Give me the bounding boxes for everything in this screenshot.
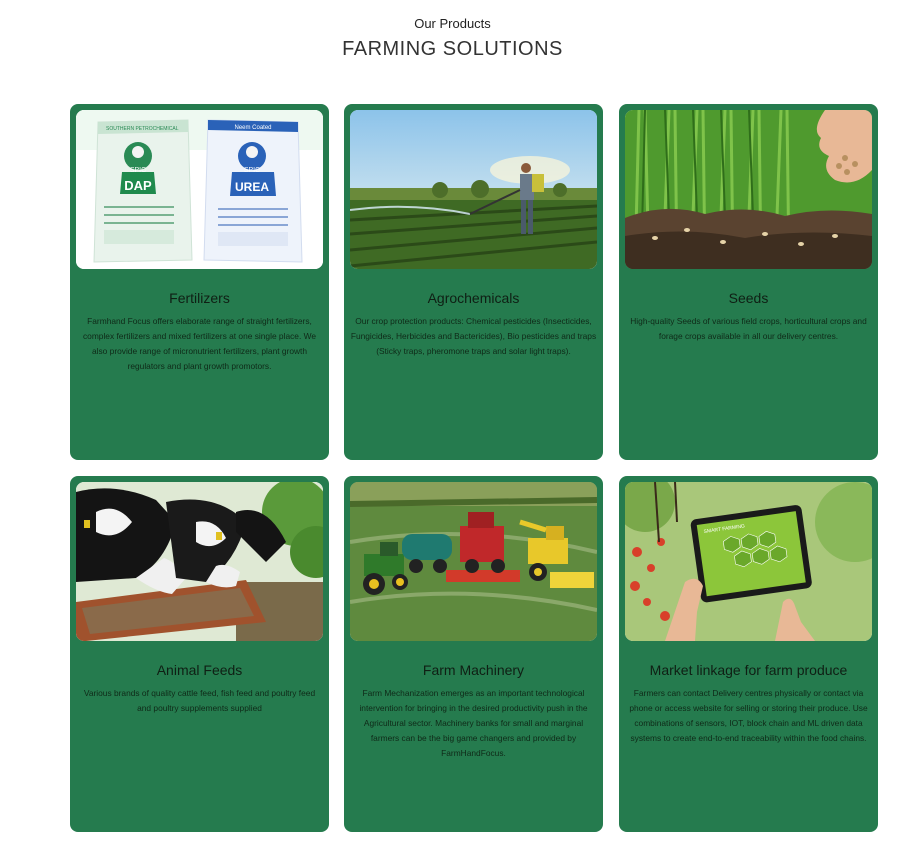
right-bag-brand: SPIC (244, 167, 260, 174)
product-card-agrochemicals[interactable]: Agrochemicals Our crop protection produc… (344, 104, 603, 460)
smart-farming-tablet-image: SMART FARMING (625, 482, 872, 641)
section-eyebrow: Our Products (414, 16, 491, 31)
product-card-market-linkage[interactable]: SMART FARMING Market linkage for farm pr… (619, 476, 878, 832)
farmer-spraying-field-image (350, 110, 597, 269)
card-description: Farmers can contact Delivery centres phy… (629, 688, 868, 743)
svg-text:SOUTHERN PETROCHEMICAL: SOUTHERN PETROCHEMICAL (106, 126, 179, 132)
left-bag-product: DAP (124, 178, 152, 193)
card-description: Farm Mechanization emerges as an importa… (359, 688, 588, 758)
card-description: High-quality Seeds of various field crop… (630, 316, 867, 341)
card-title: Seeds (728, 290, 769, 306)
right-bag-tag: Neem Coated (234, 125, 271, 131)
card-description: Our crop protection products: Chemical p… (350, 316, 597, 356)
product-card-farm-machinery[interactable]: Farm Machinery Farm Mechanization emerge… (344, 476, 603, 832)
card-title: Agrochemicals (427, 290, 520, 306)
card-title: Fertilizers (169, 290, 230, 306)
left-bag-brand: SPIC (130, 167, 146, 174)
card-description: Various brands of quality cattle feed, f… (83, 688, 316, 713)
cows-feeding-image (76, 482, 323, 641)
card-title: Animal Feeds (156, 662, 243, 678)
right-bag-product: UREA (235, 180, 269, 194)
fertilizer-bags-image: SOUTHERN PETROCHEMICAL SPIC DAP Neem Coa… (76, 110, 323, 269)
section-title: FARMING SOLUTIONS (342, 38, 563, 60)
seeds-in-soil-image (625, 110, 872, 269)
product-card-fertilizers[interactable]: SOUTHERN PETROCHEMICAL SPIC DAP Neem Coa… (70, 104, 329, 460)
card-title: Market linkage for farm produce (649, 662, 848, 678)
card-title: Farm Machinery (422, 662, 525, 678)
product-card-animal-feeds[interactable]: Animal Feeds Various brands of quality c… (70, 476, 329, 832)
product-card-seeds[interactable]: Seeds High-quality Seeds of various fiel… (619, 104, 878, 460)
card-description: Farmhand Focus offers elaborate range of… (82, 316, 317, 371)
tractors-harvesters-image (350, 482, 597, 641)
